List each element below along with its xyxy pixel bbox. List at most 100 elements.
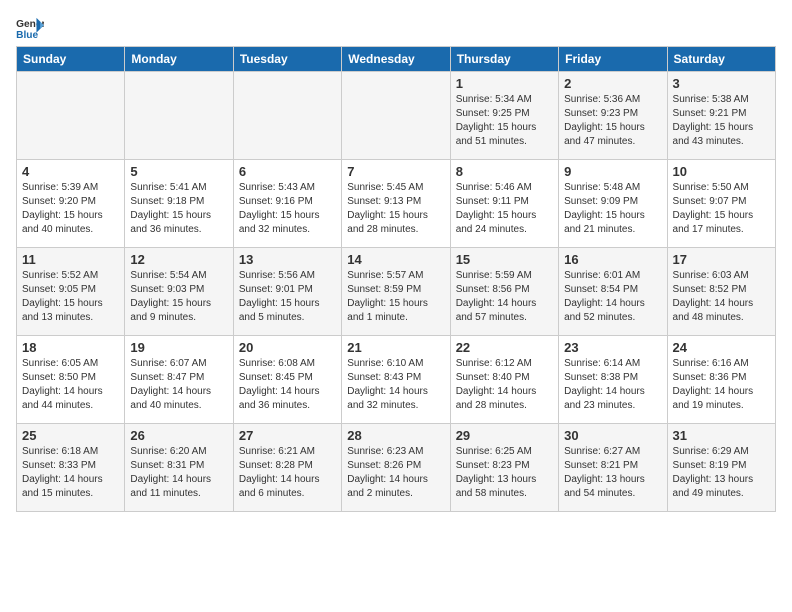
week-row-5: 25 Sunrise: 6:18 AM Sunset: 8:33 PM Dayli… (17, 424, 776, 512)
day-info: Sunrise: 5:46 AM Sunset: 9:11 PM Dayligh… (456, 181, 553, 237)
calendar-cell: 29Sunrise: 6:25 AM Sunset: 8:23 PM Dayli… (450, 424, 558, 512)
day-number: 15 (456, 252, 553, 267)
day-number: 10 (673, 164, 770, 179)
calendar-cell: 8 Sunrise: 5:46 AM Sunset: 9:11 PM Daylig… (450, 160, 558, 248)
day-info: Sunrise: 6:03 AM Sunset: 8:52 PM Dayligh… (673, 269, 770, 325)
day-number: 31 (673, 428, 770, 443)
calendar-cell: 15 Sunrise: 5:59 AM Sunset: 8:56 PM Dayli… (450, 248, 558, 336)
day-number: 24 (673, 340, 770, 355)
calendar-cell: 27Sunrise: 6:21 AM Sunset: 8:28 PM Dayli… (233, 424, 341, 512)
week-row-1: 1Sunrise: 5:34 AM Sunset: 9:25 PM Daylig… (17, 72, 776, 160)
day-number: 2 (564, 76, 661, 91)
day-number: 6 (239, 164, 336, 179)
calendar-cell: 16 Sunrise: 6:01 AM Sunset: 8:54 PM Dayli… (559, 248, 667, 336)
svg-text:Blue: Blue (16, 30, 38, 40)
calendar-cell: 3 Sunrise: 5:38 AM Sunset: 9:21 PM Daylig… (667, 72, 775, 160)
day-number: 3 (673, 76, 770, 91)
calendar-cell: 18 Sunrise: 6:05 AM Sunset: 8:50 PM Dayli… (17, 336, 125, 424)
day-info: Sunrise: 6:29 AM Sunset: 8:19 PM Dayligh… (673, 445, 770, 501)
calendar-cell: 6Sunrise: 5:43 AM Sunset: 9:16 PM Daylig… (233, 160, 341, 248)
day-info: Sunrise: 6:27 AM Sunset: 8:21 PM Dayligh… (564, 445, 661, 501)
day-info: Sunrise: 6:23 AM Sunset: 8:26 PM Dayligh… (347, 445, 444, 501)
calendar-cell: 25 Sunrise: 6:18 AM Sunset: 8:33 PM Dayli… (17, 424, 125, 512)
header: General Blue (16, 16, 776, 40)
day-info: Sunrise: 6:12 AM Sunset: 8:40 PM Dayligh… (456, 357, 553, 413)
column-header-saturday: Saturday (667, 47, 775, 72)
calendar-cell: 2 Sunrise: 5:36 AM Sunset: 9:23 PM Daylig… (559, 72, 667, 160)
week-row-2: 4 Sunrise: 5:39 AM Sunset: 9:20 PM Daylig… (17, 160, 776, 248)
day-number: 23 (564, 340, 661, 355)
day-number: 29 (456, 428, 553, 443)
day-number: 16 (564, 252, 661, 267)
day-info: Sunrise: 5:41 AM Sunset: 9:18 PM Dayligh… (130, 181, 227, 237)
day-number: 18 (22, 340, 119, 355)
day-number: 13 (239, 252, 336, 267)
day-info: Sunrise: 5:48 AM Sunset: 9:09 PM Dayligh… (564, 181, 661, 237)
calendar-cell: 21 Sunrise: 6:10 AM Sunset: 8:43 PM Dayli… (342, 336, 450, 424)
day-number: 17 (673, 252, 770, 267)
calendar-cell: 4 Sunrise: 5:39 AM Sunset: 9:20 PM Daylig… (17, 160, 125, 248)
calendar-cell: 22 Sunrise: 6:12 AM Sunset: 8:40 PM Dayli… (450, 336, 558, 424)
day-number: 26 (130, 428, 227, 443)
day-info: Sunrise: 6:05 AM Sunset: 8:50 PM Dayligh… (22, 357, 119, 413)
column-header-sunday: Sunday (17, 47, 125, 72)
day-number: 19 (130, 340, 227, 355)
column-header-monday: Monday (125, 47, 233, 72)
calendar-cell: 26 Sunrise: 6:20 AM Sunset: 8:31 PM Dayli… (125, 424, 233, 512)
day-number: 11 (22, 252, 119, 267)
day-number: 12 (130, 252, 227, 267)
day-info: Sunrise: 5:52 AM Sunset: 9:05 PM Dayligh… (22, 269, 119, 325)
calendar-cell: 24 Sunrise: 6:16 AM Sunset: 8:36 PM Dayli… (667, 336, 775, 424)
day-number: 20 (239, 340, 336, 355)
calendar-cell: 19 Sunrise: 6:07 AM Sunset: 8:47 PM Dayli… (125, 336, 233, 424)
calendar-cell: 28Sunrise: 6:23 AM Sunset: 8:26 PM Dayli… (342, 424, 450, 512)
day-info: Sunrise: 6:20 AM Sunset: 8:31 PM Dayligh… (130, 445, 227, 501)
day-info: Sunrise: 6:07 AM Sunset: 8:47 PM Dayligh… (130, 357, 227, 413)
column-header-wednesday: Wednesday (342, 47, 450, 72)
calendar-cell: 5 Sunrise: 5:41 AM Sunset: 9:18 PM Daylig… (125, 160, 233, 248)
column-headers: SundayMondayTuesdayWednesdayThursdayFrid… (17, 47, 776, 72)
calendar-cell (342, 72, 450, 160)
day-number: 4 (22, 164, 119, 179)
day-number: 25 (22, 428, 119, 443)
day-info: Sunrise: 5:36 AM Sunset: 9:23 PM Dayligh… (564, 93, 661, 149)
week-row-3: 11 Sunrise: 5:52 AM Sunset: 9:05 PM Dayli… (17, 248, 776, 336)
day-number: 21 (347, 340, 444, 355)
calendar-cell: 1Sunrise: 5:34 AM Sunset: 9:25 PM Daylig… (450, 72, 558, 160)
day-info: Sunrise: 6:01 AM Sunset: 8:54 PM Dayligh… (564, 269, 661, 325)
day-number: 7 (347, 164, 444, 179)
calendar-cell: 12 Sunrise: 5:54 AM Sunset: 9:03 PM Dayli… (125, 248, 233, 336)
day-info: Sunrise: 5:57 AM Sunset: 8:59 PM Dayligh… (347, 269, 444, 325)
day-info: Sunrise: 5:54 AM Sunset: 9:03 PM Dayligh… (130, 269, 227, 325)
day-number: 8 (456, 164, 553, 179)
calendar-cell: 7Sunrise: 5:45 AM Sunset: 9:13 PM Daylig… (342, 160, 450, 248)
calendar-cell: 31 Sunrise: 6:29 AM Sunset: 8:19 PM Dayli… (667, 424, 775, 512)
day-info: Sunrise: 5:59 AM Sunset: 8:56 PM Dayligh… (456, 269, 553, 325)
calendar-cell: 30Sunrise: 6:27 AM Sunset: 8:21 PM Dayli… (559, 424, 667, 512)
calendar-cell: 23 Sunrise: 6:14 AM Sunset: 8:38 PM Dayli… (559, 336, 667, 424)
calendar-cell (125, 72, 233, 160)
day-info: Sunrise: 6:18 AM Sunset: 8:33 PM Dayligh… (22, 445, 119, 501)
logo: General Blue (16, 16, 48, 40)
calendar-table: SundayMondayTuesdayWednesdayThursdayFrid… (16, 46, 776, 512)
calendar-cell (17, 72, 125, 160)
day-number: 14 (347, 252, 444, 267)
calendar-cell: 14 Sunrise: 5:57 AM Sunset: 8:59 PM Dayli… (342, 248, 450, 336)
calendar-cell (233, 72, 341, 160)
day-number: 22 (456, 340, 553, 355)
week-row-4: 18 Sunrise: 6:05 AM Sunset: 8:50 PM Dayli… (17, 336, 776, 424)
calendar-cell: 10Sunrise: 5:50 AM Sunset: 9:07 PM Dayli… (667, 160, 775, 248)
calendar-cell: 17 Sunrise: 6:03 AM Sunset: 8:52 PM Dayli… (667, 248, 775, 336)
day-info: Sunrise: 6:14 AM Sunset: 8:38 PM Dayligh… (564, 357, 661, 413)
day-info: Sunrise: 5:38 AM Sunset: 9:21 PM Dayligh… (673, 93, 770, 149)
calendar-cell: 13Sunrise: 5:56 AM Sunset: 9:01 PM Dayli… (233, 248, 341, 336)
day-info: Sunrise: 5:39 AM Sunset: 9:20 PM Dayligh… (22, 181, 119, 237)
day-info: Sunrise: 6:16 AM Sunset: 8:36 PM Dayligh… (673, 357, 770, 413)
day-info: Sunrise: 5:34 AM Sunset: 9:25 PM Dayligh… (456, 93, 553, 149)
calendar-cell: 9Sunrise: 5:48 AM Sunset: 9:09 PM Daylig… (559, 160, 667, 248)
logo-icon: General Blue (16, 16, 44, 40)
day-number: 5 (130, 164, 227, 179)
calendar-cell: 11 Sunrise: 5:52 AM Sunset: 9:05 PM Dayli… (17, 248, 125, 336)
day-info: Sunrise: 6:10 AM Sunset: 8:43 PM Dayligh… (347, 357, 444, 413)
day-info: Sunrise: 6:21 AM Sunset: 8:28 PM Dayligh… (239, 445, 336, 501)
